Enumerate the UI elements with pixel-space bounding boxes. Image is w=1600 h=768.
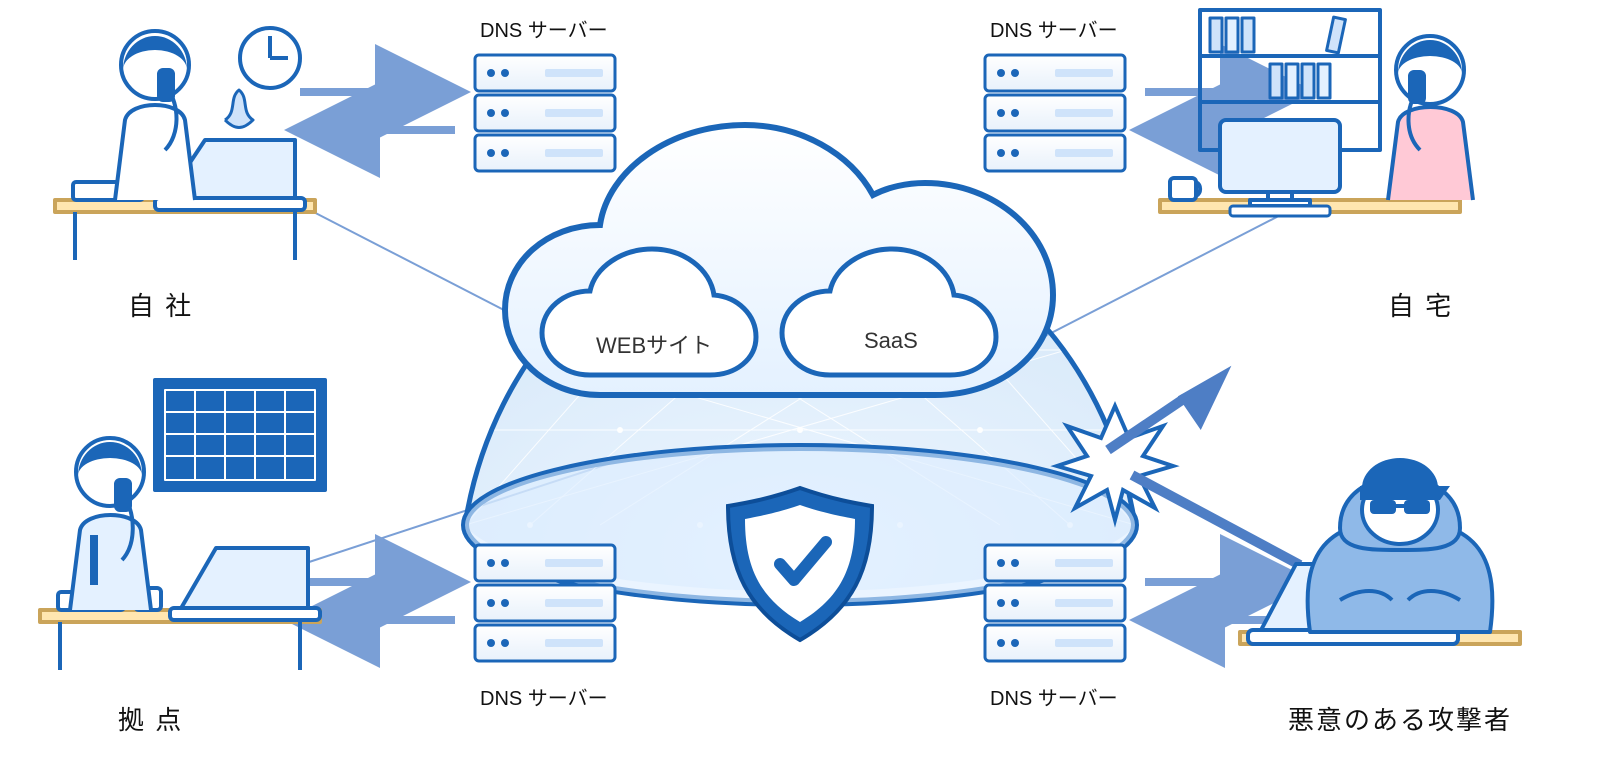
company-icon bbox=[55, 28, 315, 260]
cloud-saas-label: SaaS bbox=[864, 328, 918, 354]
dns-server-tr-icon bbox=[985, 55, 1125, 171]
endpoint-attacker-label: 悪意のある攻撃者 bbox=[1288, 700, 1512, 737]
cloud-web-label: WEBサイト bbox=[596, 328, 712, 360]
dns-label-bl: DNS サーバー bbox=[480, 682, 608, 711]
endpoint-branch-label: 拠 点 bbox=[118, 700, 183, 737]
branch-icon bbox=[40, 380, 325, 670]
endpoint-company-label: 自 社 bbox=[128, 286, 193, 323]
shield-icon bbox=[728, 488, 872, 640]
dns-label-tr: DNS サーバー bbox=[990, 14, 1118, 43]
endpoint-home-label: 自 宅 bbox=[1388, 286, 1453, 323]
diagram-svg bbox=[0, 0, 1600, 768]
dns-label-tl: DNS サーバー bbox=[480, 14, 608, 43]
dns-server-tl-icon bbox=[475, 55, 615, 171]
dns-security-diagram: DNS サーバー DNS サーバー DNS サーバー DNS サーバー WEBサ… bbox=[0, 0, 1600, 768]
home-icon bbox=[1160, 10, 1473, 216]
dns-label-br: DNS サーバー bbox=[990, 682, 1118, 711]
dns-server-bl-icon bbox=[475, 545, 615, 661]
dns-server-br-icon bbox=[985, 545, 1125, 661]
